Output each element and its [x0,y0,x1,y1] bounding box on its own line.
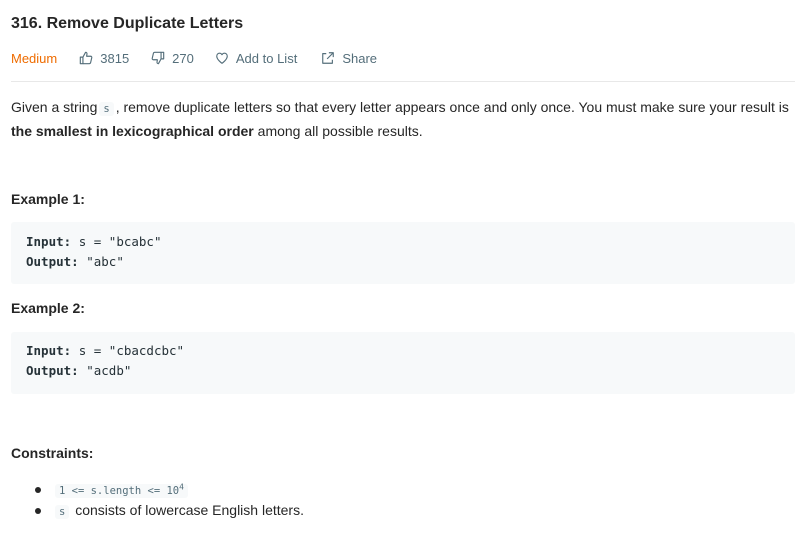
example-1-block: Input: s = "bcabc" Output: "abc" [11,222,795,284]
problem-meta-bar: Medium 3815 270 Add to List Share [11,49,401,67]
constraints-list: 1 <= s.length <= 104 s consists of lower… [11,479,304,521]
share-label: Share [342,50,378,66]
example-1-heading: Example 1: [11,191,85,207]
problem-title: 316. Remove Duplicate Letters [11,15,244,32]
like-button[interactable]: 3815 [79,51,129,66]
emphasis-text: the smallest in lexicographical order [11,123,254,139]
thumbs-down-icon [151,51,165,65]
heart-icon [216,52,228,64]
dislike-button[interactable]: 270 [151,51,194,66]
example-2-block: Input: s = "cbacdcbc" Output: "acdb" [11,332,795,394]
divider [11,81,795,82]
difficulty-badge: Medium [11,50,58,66]
dislikes-count: 270 [172,50,194,66]
constraint-item: 1 <= s.length <= 104 [11,479,304,500]
inline-code-s: s [99,102,114,116]
constraints-heading: Constraints: [11,445,94,461]
add-to-list-label: Add to List [235,50,298,66]
problem-description: Given a string s, remove duplicate letter… [11,99,789,139]
likes-count: 3815 [100,50,130,66]
add-to-list-button[interactable]: Add to List [215,51,297,66]
example-2-heading: Example 2: [11,300,85,316]
share-icon [322,52,335,64]
thumbs-up-icon [79,51,93,65]
constraint-item: s consists of lowercase English letters. [11,500,304,521]
share-button[interactable]: Share [321,51,377,66]
